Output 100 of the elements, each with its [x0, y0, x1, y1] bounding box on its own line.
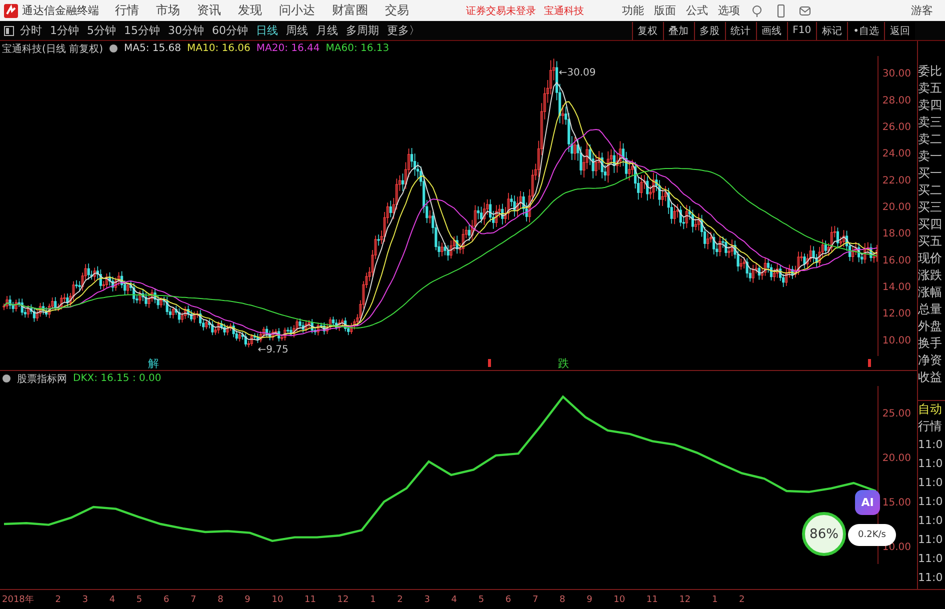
quote-label: 外盘 — [918, 318, 943, 335]
bulb-icon[interactable] — [750, 4, 764, 18]
period-tab[interactable]: 60分钟 — [212, 23, 248, 38]
high-price-label: ←30.09 — [558, 67, 596, 78]
toolbar-button[interactable]: 多股 — [694, 22, 725, 40]
trade-time: 11:0 — [918, 437, 944, 453]
period-tab[interactable]: 1分钟 — [50, 23, 79, 38]
time-axis-label: 3 — [82, 594, 88, 604]
price-axis-label: 18.00 — [882, 228, 911, 240]
time-axis-label: 9 — [244, 594, 250, 604]
ma-reading: MA60: 16.13 — [326, 43, 390, 54]
toolbar-button[interactable]: 返回 — [884, 22, 915, 40]
price-axis-label: 20.00 — [882, 202, 911, 213]
quote-label: 买二 — [918, 182, 943, 199]
trade-time: 11:0 — [918, 494, 944, 510]
price-axis-label: 14.00 — [882, 282, 911, 293]
axis-tick-label: 20.00 — [882, 453, 911, 464]
app-title: 通达信金融终端 — [22, 3, 99, 18]
time-axis-label: 12 — [679, 594, 691, 604]
menu-item[interactable]: 功能 — [622, 3, 644, 18]
ma-reading: MA10: 16.06 — [187, 43, 250, 54]
quote-label: 涨幅 — [918, 284, 943, 301]
toolbar-button[interactable]: 画线 — [756, 22, 787, 40]
period-tab[interactable]: 周线 — [286, 23, 308, 38]
time-axis-label: 1 — [712, 594, 718, 604]
price-axis-label: 24.00 — [882, 148, 911, 160]
user-label[interactable]: 游客 — [911, 3, 933, 18]
menu-item[interactable]: 行情 — [115, 2, 139, 19]
time-axis-label: 10 — [614, 594, 626, 604]
menu-item[interactable]: 交易 — [385, 2, 409, 19]
toolbar-button[interactable]: 叠加 — [662, 22, 694, 40]
period-tab[interactable]: 分时 — [20, 23, 42, 38]
trade-label: 行情 — [918, 418, 943, 435]
period-tab[interactable]: 15分钟 — [124, 23, 160, 38]
trade-label: 自动 — [918, 401, 943, 418]
quote-label: 买四 — [918, 216, 943, 233]
time-axis-label: 6 — [505, 594, 512, 604]
time-axis-label: 3 — [424, 594, 430, 604]
trade-time: 11:0 — [918, 532, 944, 548]
notice-text[interactable]: 证券交易未登录 — [466, 4, 536, 18]
menu-item[interactable]: 公式 — [686, 3, 708, 18]
settings-icon[interactable] — [108, 44, 118, 53]
indicator-title: 股票指标网 — [17, 372, 67, 386]
price-axis-label: 10.00 — [882, 335, 911, 346]
time-axis-label: 1 — [370, 594, 376, 604]
time-axis-label: 10 — [272, 594, 284, 604]
quote-label: 委比 — [918, 63, 943, 80]
chart-title: 宝通科技(日线 前复权) — [2, 42, 103, 56]
time-axis-label: 9 — [586, 594, 592, 604]
notice-text[interactable]: 宝通科技 — [544, 4, 584, 18]
axis-tick-label: 15.00 — [882, 498, 911, 509]
price-axis-label: 30.00 — [882, 68, 911, 80]
menu-item[interactable]: 选项 — [718, 3, 740, 18]
signal-label: 跌 — [558, 357, 569, 370]
indicator-reading: DKX: 16.15 : 0.00 — [73, 373, 162, 384]
toolbar-button[interactable]: •自选 — [847, 22, 884, 40]
menu-item[interactable]: 发现 — [238, 2, 262, 19]
ai-button[interactable]: AI — [855, 490, 880, 515]
time-axis-label: 7 — [190, 594, 196, 604]
price-axis-label: 22.00 — [882, 175, 911, 186]
time-axis-label: 8 — [560, 594, 566, 604]
price-axis-label: 28.00 — [882, 95, 911, 106]
price-axis-label: 16.00 — [882, 255, 911, 266]
time-axis-label: 2018年 — [2, 594, 34, 606]
quote-label: 净资 — [918, 352, 943, 369]
signal-marker-icon — [868, 359, 871, 367]
ma-reading: MA20: 16.44 — [256, 43, 320, 54]
quote-label: 买三 — [918, 199, 943, 216]
period-tab[interactable]: 30分钟 — [168, 23, 204, 38]
load-meter[interactable]: 86% — [802, 512, 846, 556]
settings-icon[interactable] — [2, 374, 11, 383]
low-price-label: ←9.75 — [258, 344, 288, 356]
trade-time: 11:0 — [918, 513, 944, 529]
quote-label: 现价 — [918, 250, 943, 267]
menu-item[interactable]: 财富圈 — [332, 2, 368, 19]
period-tab[interactable]: 更多〉 — [387, 23, 420, 38]
period-tab[interactable]: 多周期 — [346, 23, 379, 38]
quote-label: 收益 — [918, 369, 943, 386]
time-axis-label: 2 — [739, 594, 745, 604]
period-tab[interactable]: 日线 — [256, 23, 278, 38]
time-axis-label: 4 — [451, 594, 457, 604]
toolbar-button[interactable]: 标记 — [816, 22, 848, 40]
axis-tick-label: 25.00 — [882, 408, 911, 420]
period-tab[interactable]: 月线 — [316, 23, 338, 38]
menu-item[interactable]: 市场 — [156, 2, 180, 19]
toolbar-button[interactable]: 统计 — [724, 22, 756, 40]
mail-icon[interactable] — [798, 4, 812, 18]
panel-toggle-icon[interactable] — [4, 26, 14, 36]
quote-label: 卖一 — [918, 148, 943, 165]
toolbar-button[interactable]: F10 — [786, 22, 816, 40]
trade-time: 11:0 — [918, 570, 944, 586]
quote-label: 卖三 — [918, 114, 943, 131]
trade-time: 11:0 — [918, 456, 944, 472]
menu-item[interactable]: 版面 — [654, 3, 676, 18]
menu-item[interactable]: 问小达 — [279, 2, 315, 19]
period-tab[interactable]: 5分钟 — [87, 23, 116, 38]
time-axis-label: 2 — [397, 594, 403, 604]
time-axis-label: 11 — [646, 594, 658, 604]
toolbar-button[interactable]: 复权 — [632, 22, 663, 40]
menu-item[interactable]: 资讯 — [197, 2, 221, 19]
